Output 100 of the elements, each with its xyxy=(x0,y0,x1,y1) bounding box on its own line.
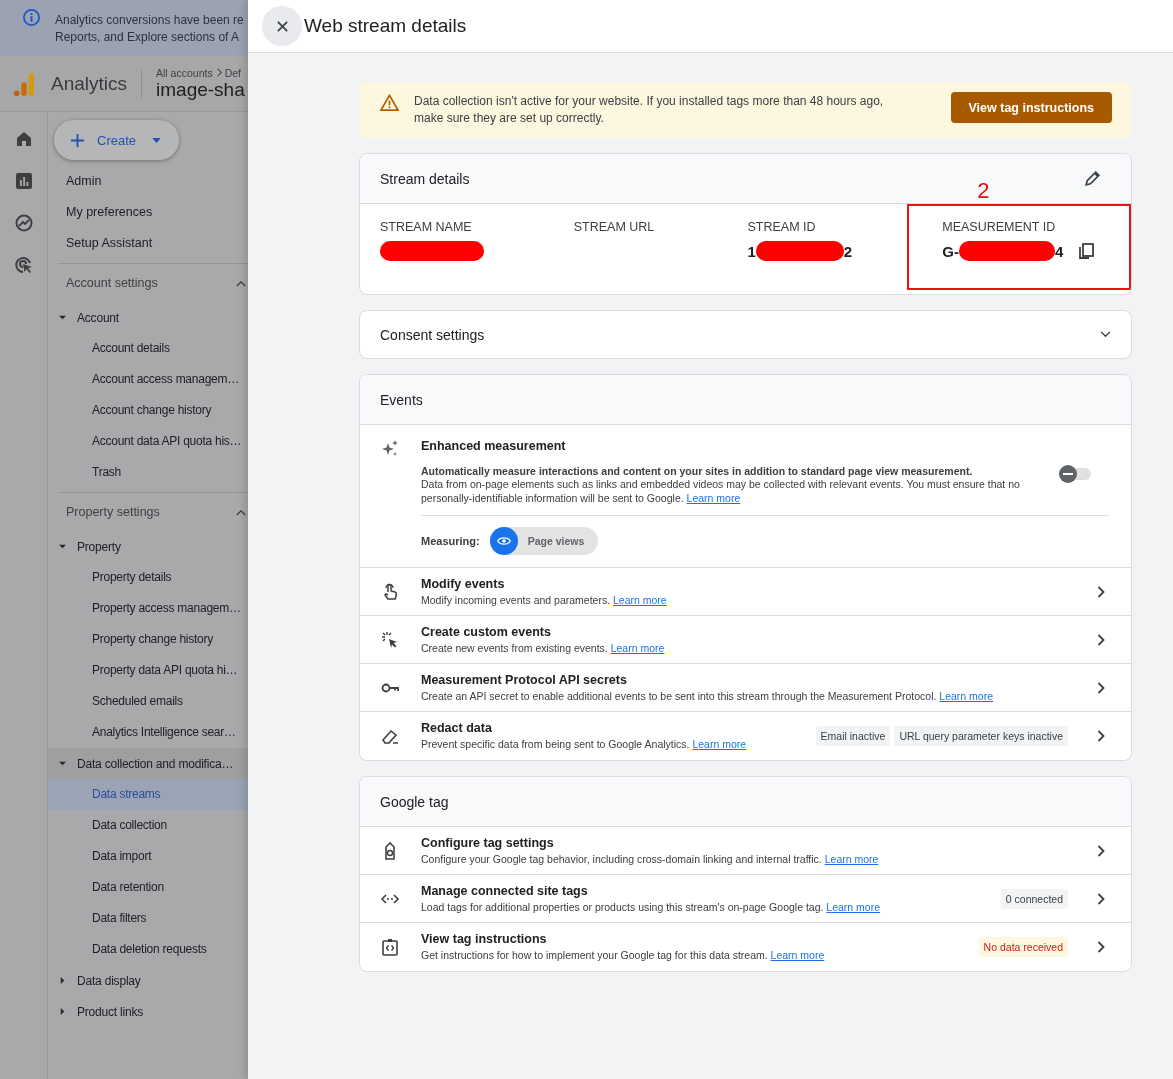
learn-more-link[interactable]: Learn more xyxy=(613,593,667,606)
nav-item[interactable]: Account data API quota his… xyxy=(48,426,248,457)
description: Prevent specific data from being sent to Google Analytics. Learn more xyxy=(421,737,748,751)
description: Get instructions for how to implement your Google tag for this data stream. Learn more xyxy=(421,948,826,962)
field-label: STREAM NAME xyxy=(380,220,473,234)
nav-item[interactable]: Trash xyxy=(48,457,248,488)
property-name[interactable]: image-sha xyxy=(156,78,245,101)
trend-icon[interactable] xyxy=(13,213,34,233)
edit-icon[interactable] xyxy=(1084,170,1101,187)
learn-more-link[interactable]: Learn more xyxy=(770,949,825,961)
copy-icon[interactable] xyxy=(1077,242,1096,260)
breadcrumb-link[interactable]: All accounts xyxy=(156,66,213,79)
status-tag: No data received xyxy=(978,937,1068,957)
nav-item[interactable]: Account change history xyxy=(48,395,248,426)
info-icon xyxy=(22,8,41,27)
warning-icon xyxy=(380,94,399,111)
nav-item[interactable]: Property access managem… xyxy=(48,593,248,624)
description: Modify incoming events and parameters. Learn more xyxy=(421,592,668,607)
nav-item[interactable]: Data import xyxy=(48,841,248,872)
chevron-right-icon xyxy=(1097,730,1105,742)
description: Load tags for additional properties or products using this stream's on-page Google tag. Learn more xyxy=(421,899,882,914)
plus-icon xyxy=(70,132,85,148)
nav-item[interactable]: Analytics Intelligence sear… xyxy=(48,717,248,748)
chevron-right-icon xyxy=(1097,844,1105,857)
row-title: View tag instructions xyxy=(421,932,548,946)
nav-item[interactable]: My preferences xyxy=(48,197,248,228)
status-tag: URL query parameter keys inactive xyxy=(894,726,1068,746)
settings-row[interactable]: Modify events Modify incoming events and parameters. Learn more xyxy=(360,568,1131,616)
row-title: Manage connected site tags xyxy=(421,883,589,898)
chevron-right-icon xyxy=(1097,892,1105,905)
annotation-number: 2 xyxy=(977,178,990,204)
target-cursor-icon[interactable] xyxy=(13,255,34,275)
measurement-chip[interactable]: Page views xyxy=(489,527,599,555)
code-clipboard-icon xyxy=(380,937,400,957)
chevron-right-icon xyxy=(1097,633,1105,646)
banner-text: Analytics conversions have been re xyxy=(55,12,244,27)
settings-row[interactable]: Redact data Prevent specific data from being sent to Google Analytics. Learn more Email inactive URL query parameter keys inactive xyxy=(360,712,1131,760)
chevron-right-icon xyxy=(215,68,222,77)
alert-message: Data collection isn't active for your website. If you installed tags more than 48 hours ago, make sure they are set up correctly. xyxy=(414,93,885,127)
nav-item[interactable]: Account details xyxy=(48,333,248,364)
description: Create new events from existing events. Learn more xyxy=(421,640,666,655)
row-title: Enhanced measurement xyxy=(421,439,567,453)
card-title: Events xyxy=(380,391,423,408)
nav-item[interactable]: Property details xyxy=(48,562,248,593)
view-tag-instructions-button[interactable]: View tag instructions xyxy=(950,92,1112,123)
nav-item[interactable]: Property change history xyxy=(48,624,248,655)
card-title: Stream details xyxy=(380,170,470,187)
row-title: Create custom events xyxy=(421,624,552,639)
row-title: Measurement Protocol API secrets xyxy=(421,672,628,687)
analytics-logo-icon xyxy=(13,70,35,97)
settings-row[interactable]: Configure tag settings Configure your Google tag behavior, including cross-domain linking and internal traffic. Learn more xyxy=(360,827,1131,875)
close-icon xyxy=(275,19,289,33)
product-name: Analytics xyxy=(51,72,128,95)
learn-more-link[interactable]: Learn more xyxy=(824,852,879,865)
section-heading[interactable]: Property settings xyxy=(66,505,160,519)
learn-more-link[interactable]: Learn more xyxy=(610,641,665,654)
nav-group[interactable]: Product links xyxy=(48,996,248,1027)
nav-item[interactable]: Property data API quota hi… xyxy=(48,655,248,686)
chevron-right-icon xyxy=(1097,941,1105,953)
field-label: STREAM ID xyxy=(747,220,817,234)
status-tag: 0 connected xyxy=(1000,888,1068,909)
collapse-icon[interactable] xyxy=(236,279,246,287)
learn-more-link[interactable]: Learn more xyxy=(692,738,747,750)
settings-row[interactable]: Measurement Protocol API secrets Create an API secret to enable additional events to be sent into this stream through the Measurement Protocol. Learn more xyxy=(360,664,1131,712)
panel-title: Web stream details xyxy=(304,15,467,37)
close-button[interactable] xyxy=(262,6,302,46)
nav-group[interactable]: Data display xyxy=(48,965,248,996)
banner-text: Reports, and Explore sections of A xyxy=(55,29,241,44)
nav-item[interactable]: Account access managem… xyxy=(48,364,248,395)
collapse-icon[interactable] xyxy=(236,508,246,516)
nav-item[interactable]: Setup Assistant xyxy=(48,228,248,259)
nav-group[interactable]: Account xyxy=(48,302,248,333)
learn-more-link[interactable]: Learn more xyxy=(686,492,741,504)
nav-item[interactable]: Data deletion requests xyxy=(48,934,248,965)
learn-more-link[interactable]: Learn more xyxy=(939,689,993,702)
field-value: 2 xyxy=(843,242,853,260)
breadcrumb-link[interactable]: Def xyxy=(224,66,241,79)
nav-item[interactable]: Data filters xyxy=(48,903,248,934)
dropdown-icon xyxy=(152,137,162,143)
bar-chart-icon[interactable] xyxy=(13,171,34,191)
nav-item[interactable]: Data collection xyxy=(48,810,248,841)
nav-item[interactable]: Scheduled emails xyxy=(48,686,248,717)
create-button[interactable]: Create xyxy=(54,120,180,160)
learn-more-link[interactable]: Learn more xyxy=(826,900,881,913)
toggle-switch[interactable] xyxy=(1059,465,1093,483)
nav-group[interactable]: Data collection and modifica… xyxy=(48,748,248,779)
field-value: 1 xyxy=(747,242,756,260)
description: Data from on-page elements such as links and embedded videos may be collected with relevant events. You must ensure that no personally-identifiable information will be sent to Google. Learn more xyxy=(421,477,1021,505)
settings-row[interactable]: Manage connected site tags Load tags for additional properties or products using this stream's on-page Google tag. Learn more 0 connected xyxy=(360,875,1131,923)
section-heading[interactable]: Account settings xyxy=(66,276,158,290)
nav-item[interactable]: Data retention xyxy=(48,872,248,903)
settings-row[interactable]: View tag instructions Get instructions for how to implement your Google tag for this data stream. Learn more No data received xyxy=(360,923,1131,971)
nav-group[interactable]: Property xyxy=(48,531,248,562)
row-title: Configure tag settings xyxy=(421,835,555,850)
nav-item[interactable]: Admin xyxy=(48,166,248,197)
field-label: MEASUREMENT ID xyxy=(942,220,1057,234)
settings-row[interactable]: Create custom events Create new events from existing events. Learn more xyxy=(360,616,1131,664)
consent-settings-row[interactable]: Consent settings xyxy=(359,310,1132,359)
field-label: STREAM URL xyxy=(573,220,656,234)
field-value: G- xyxy=(942,242,959,260)
